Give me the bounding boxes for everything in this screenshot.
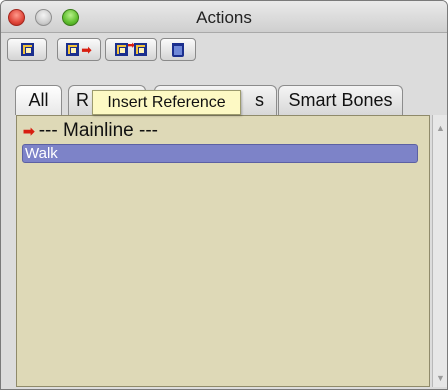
trash-icon xyxy=(172,42,184,57)
new-action-button[interactable] xyxy=(7,38,47,61)
list-scrollbar[interactable]: ▲ ▼ xyxy=(432,115,447,387)
scroll-down-arrow-icon[interactable]: ▼ xyxy=(433,371,447,385)
list-item-walk[interactable]: Walk xyxy=(22,144,418,163)
right-arrow-icon: ➡ xyxy=(81,42,92,57)
title-bar[interactable]: Actions xyxy=(1,1,447,33)
mainline-label: --- Mainline --- xyxy=(38,120,159,141)
actions-list: ➡ --- Mainline --- Walk xyxy=(16,115,430,387)
insert-reference-button[interactable]: ➡ xyxy=(105,38,157,61)
actions-window: Actions ➡ ➡ All R s Smart Bones Insert R… xyxy=(0,0,448,390)
tooltip: Insert Reference xyxy=(92,90,241,115)
right-arrow-icon: ➡ xyxy=(23,122,35,139)
insert-action-button[interactable]: ➡ xyxy=(57,38,101,61)
insert-reference-icon xyxy=(133,43,147,56)
tab-all[interactable]: All xyxy=(15,85,62,115)
delete-action-button[interactable] xyxy=(160,38,196,61)
scroll-up-arrow-icon[interactable]: ▲ xyxy=(433,121,447,135)
layer-icon xyxy=(115,43,129,56)
window-title: Actions xyxy=(196,8,252,27)
tab-smart-bones[interactable]: Smart Bones xyxy=(278,85,403,115)
new-action-icon xyxy=(20,43,34,56)
list-item-mainline[interactable]: ➡ --- Mainline --- xyxy=(23,120,159,141)
layer-icon xyxy=(66,43,80,56)
